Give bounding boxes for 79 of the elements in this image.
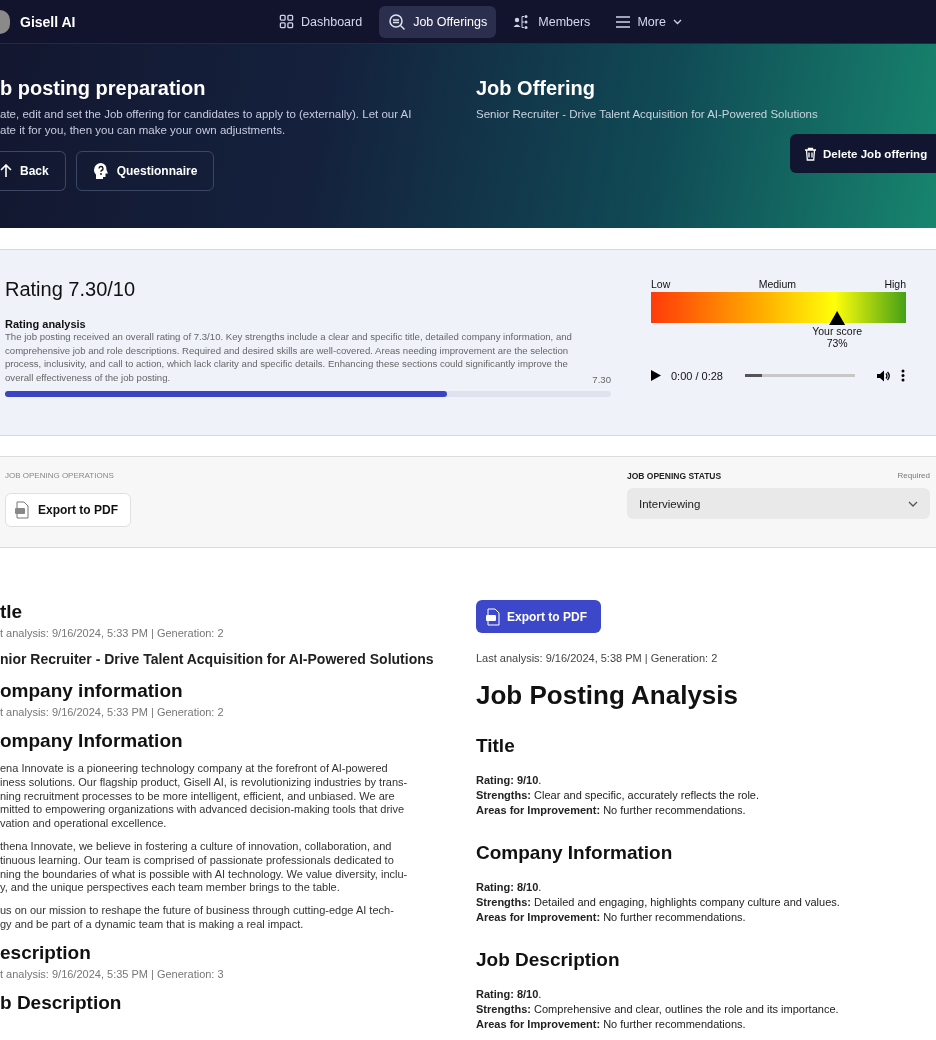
paragraph-text: vation and operational excellence. — [0, 817, 168, 831]
scale-label: Medium — [758, 278, 796, 290]
section-heading: ompany information — [0, 679, 184, 703]
export-pdf-button[interactable]: Export to PDF — [5, 493, 131, 527]
analysis-meta: t analysis: 9/16/2024, 5:35 PM | Generation: 3 — [0, 967, 225, 980]
analysis-heading: Rating analysis — [5, 318, 87, 330]
score-percent: 73% — [826, 337, 848, 349]
paragraph-text: gy and be part of a dynamic team that is making a real impact. — [0, 917, 305, 932]
more-vertical-icon[interactable] — [901, 369, 905, 382]
pdf-file-icon — [485, 607, 501, 626]
triangle-icon — [829, 311, 846, 325]
content-heading: b Description — [0, 991, 123, 1014]
rating-title: Rating 7.30/10 — [5, 278, 137, 301]
audio-time: 0:00 / 0:28 — [671, 369, 723, 382]
analysis-line: Strengths: Clear and specific, accurately reflects the role. — [476, 788, 761, 803]
analysis-meta: t analysis: 9/16/2024, 5:33 PM | Generation: 2 — [0, 627, 225, 639]
pdf-file-icon — [14, 501, 30, 519]
question-head-icon — [92, 162, 109, 180]
analysis-section-heading: Job Description — [476, 949, 621, 971]
offering-title: Job Offering — [476, 77, 596, 100]
analysis-line: Strengths: Comprehensive and clear, outlines the role and its importance. — [476, 1002, 840, 1017]
arrow-up-icon — [0, 164, 12, 178]
status-label: JOB OPENING STATUS — [627, 471, 722, 481]
page-title: b posting preparation — [0, 77, 207, 100]
menu-icon — [616, 15, 631, 28]
nav-tab[interactable]: Dashboard — [270, 5, 372, 38]
analysis-line: Areas for Improvement: No further recommendations. — [476, 1017, 747, 1032]
analysis-line: Areas for Improvement: No further recommendations. — [476, 803, 747, 818]
analysis-line: Rating: 9/10. — [476, 773, 543, 788]
paragraph-text: mitted to empowering organizations with advanced decision-making tools that drive — [0, 803, 406, 818]
content-heading: ompany Information — [0, 730, 184, 752]
hero-button[interactable]: Back — [0, 151, 66, 191]
operations-label: JOB OPENING OPERATIONS — [5, 471, 115, 480]
scale-label: High — [884, 278, 906, 290]
analysis-line: Areas for Improvement: No further recommendations. — [476, 910, 747, 925]
paragraph-text: tinuous learning. Our team is comprised of passionate professionals dedicated to — [0, 853, 395, 868]
paragraph-text: ena Innovate is a pioneering technology company at the forefront of AI-powered — [0, 762, 389, 776]
description-text: ate it for you, then you can make your own adjustments. — [0, 123, 287, 138]
avatar-icon — [0, 9, 10, 34]
job-title-text: nior Recruiter - Drive Talent Acquisition for AI-Powered Solutions — [0, 651, 435, 667]
hero-button[interactable]: Questionnaire — [75, 151, 215, 191]
analysis-meta: Last analysis: 9/16/2024, 5:38 PM | Generation: 2 — [476, 652, 719, 664]
delete-button[interactable]: Delete Job offering — [790, 134, 936, 173]
analysis-title: Job Posting Analysis — [476, 680, 739, 711]
description-text: ate, edit and set the Job offering for candidates to apply to (externally). Let our AI — [0, 107, 413, 122]
rating-value: 7.30 — [592, 373, 611, 385]
trash-icon — [804, 146, 817, 161]
analysis-section-heading: Company Information — [476, 842, 674, 864]
nav-tab[interactable]: More — [607, 5, 691, 38]
analysis-line: Rating: 8/10. — [476, 880, 543, 895]
paragraph-text: iness solutions. Our flagship product, Gisell AI, is revolutionizing industries by trans- — [0, 775, 409, 790]
nav-tab[interactable]: Members — [504, 5, 600, 38]
section-heading: tle — [0, 600, 24, 624]
analysis-line: Rating: 8/10. — [476, 987, 543, 1002]
grid-icon — [279, 14, 294, 29]
paragraph-text: thena Innovate, we believe in fostering a culture of innovation, collaboration, and — [0, 840, 393, 854]
analysis-text: The job posting received an overall rating of 7.3/10. Key strengths include a clear and specific title, detailed company information, and comprehensive job and role descriptions. Required and desired skills are well-covered. Areas needing improvement are the selection process, inclusivity, and call to action, which lack clarity and specific details. Enhancing these sections could significantly improve the overall effectiveness of the job posting. — [5, 330, 573, 385]
nav-tab[interactable]: Job Offerings — [379, 5, 497, 38]
paragraph-text: y, and the unique perspectives each team member brings to the table. — [0, 881, 341, 896]
required-note: Required — [897, 471, 930, 481]
section-heading: escription — [0, 940, 92, 965]
audio-seek-track[interactable] — [745, 374, 855, 377]
paragraph-text: ning the boundaries of what is possible with AI technology. We value diversity, inclu- — [0, 867, 409, 882]
score-caption: Your score — [812, 325, 863, 337]
brand-name: Gisell AI — [20, 13, 76, 30]
export-pdf-button[interactable]: Export to PDF — [476, 600, 601, 633]
analysis-section-heading: Title — [476, 735, 516, 757]
paragraph-text: us on our mission to reshape the future of business through cutting-edge AI tech- — [0, 904, 395, 918]
chevron-down-icon — [908, 500, 918, 507]
analysis-meta: t analysis: 9/16/2024, 5:33 PM | Generation: 2 — [0, 706, 225, 718]
volume-icon[interactable] — [877, 369, 891, 382]
paragraph-text: ning recruitment processes to be more intelligent, efficient, and unbiased. We are — [0, 789, 396, 804]
status-select[interactable]: Interviewing — [627, 488, 930, 519]
scale-label: Low — [651, 278, 671, 290]
play-icon[interactable] — [651, 370, 661, 381]
magnifier-icon — [388, 12, 407, 31]
offering-subtitle: Senior Recruiter - Drive Talent Acquisition for AI-Powered Solutions — [476, 108, 819, 120]
analysis-line: Strengths: Detailed and engaging, highlights company culture and values. — [476, 895, 841, 910]
chevron-down-icon — [672, 18, 682, 25]
